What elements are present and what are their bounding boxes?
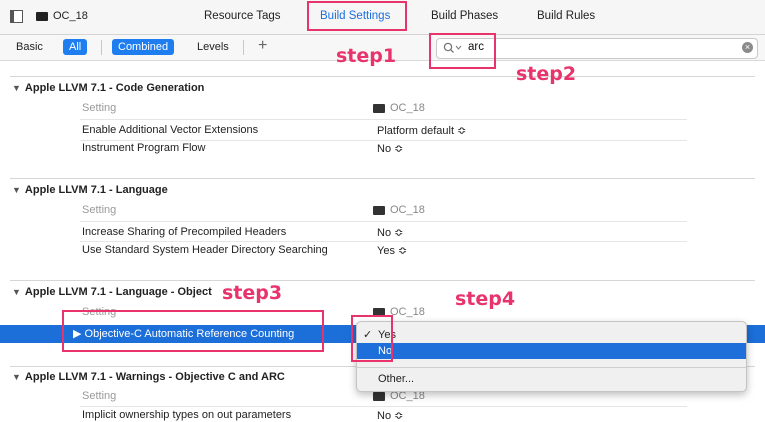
disclosure-triangle-icon[interactable]: ▼: [12, 185, 21, 195]
filter-combined-button[interactable]: Combined: [112, 39, 175, 55]
column-header-target: OC_18: [373, 102, 425, 114]
row-divider: [80, 119, 687, 120]
menu-item-yes[interactable]: ✓ Yes: [357, 327, 746, 343]
section-title[interactable]: ▼ Apple LLVM 7.1 - Language: [12, 184, 168, 196]
row-divider: [80, 406, 687, 407]
target-app-icon: [373, 391, 385, 401]
value-popup-menu: ✓ Yes No Other...: [356, 321, 747, 392]
section-title[interactable]: ▼ Apple LLVM 7.1 - Code Generation: [12, 82, 204, 94]
target-app-icon: [373, 205, 385, 215]
divider: [243, 40, 244, 55]
menu-item-other[interactable]: Other...: [357, 371, 746, 387]
annotation-step2: step2: [516, 63, 577, 85]
tab-build-rules[interactable]: Build Rules: [537, 10, 595, 22]
annotation-box-step2: [429, 33, 496, 69]
annotation-box-step3: [62, 310, 324, 352]
column-header-target: OC_18: [373, 204, 425, 216]
setting-label[interactable]: Use Standard System Header Directory Sea…: [82, 244, 328, 256]
annotation-step1: step1: [336, 45, 397, 67]
filter-levels-button[interactable]: Levels: [191, 39, 235, 55]
target-app-icon: [36, 11, 48, 21]
section-divider: [10, 76, 755, 77]
clear-search-icon[interactable]: ×: [742, 42, 753, 53]
setting-label[interactable]: Implicit ownership types on out paramete…: [82, 409, 291, 421]
menu-divider: [357, 367, 746, 368]
setting-label[interactable]: Enable Additional Vector Extensions: [82, 124, 258, 136]
row-divider: [80, 140, 687, 141]
setting-value[interactable]: No ≎: [377, 142, 403, 155]
column-header-setting: Setting: [82, 102, 117, 114]
section-divider: [10, 178, 755, 179]
setting-value[interactable]: No ≎: [377, 409, 403, 422]
column-header-setting: Setting: [82, 204, 117, 216]
target-selector[interactable]: OC_18: [36, 10, 88, 22]
section-title[interactable]: ▼ Apple LLVM 7.1 - Language - Object: [12, 286, 212, 298]
disclosure-triangle-icon[interactable]: ▼: [12, 287, 21, 297]
annotation-box-step1: [307, 1, 407, 31]
target-app-icon: [373, 103, 385, 113]
disclosure-triangle-icon[interactable]: ▼: [12, 372, 21, 382]
filter-all-button[interactable]: All: [63, 39, 88, 55]
setting-value[interactable]: Yes ≎: [377, 244, 407, 257]
setting-value[interactable]: No ≎: [377, 226, 403, 239]
tab-resource-tags[interactable]: Resource Tags: [204, 10, 281, 22]
annotation-step4: step4: [455, 288, 516, 310]
column-header-setting: Setting: [82, 390, 117, 402]
setting-value[interactable]: Platform default ≎: [377, 124, 466, 137]
menu-item-no[interactable]: No: [357, 343, 746, 359]
annotation-step3: step3: [222, 282, 283, 304]
row-divider: [80, 221, 687, 222]
filter-basic-button[interactable]: Basic: [10, 39, 49, 55]
target-name: OC_18: [53, 10, 88, 22]
add-setting-button[interactable]: +: [258, 37, 267, 55]
divider: [101, 40, 102, 55]
disclosure-triangle-icon[interactable]: ▼: [12, 83, 21, 93]
section-title[interactable]: ▼ Apple LLVM 7.1 - Warnings - Objective C…: [12, 371, 285, 383]
row-divider: [80, 241, 687, 242]
section-divider: [10, 280, 755, 281]
sidebar-toggle-icon[interactable]: [10, 10, 23, 23]
tab-build-phases[interactable]: Build Phases: [431, 10, 498, 22]
annotation-box-step4: [351, 315, 393, 362]
setting-label[interactable]: Increase Sharing of Precompiled Headers: [82, 226, 286, 238]
setting-label[interactable]: Instrument Program Flow: [82, 142, 205, 154]
